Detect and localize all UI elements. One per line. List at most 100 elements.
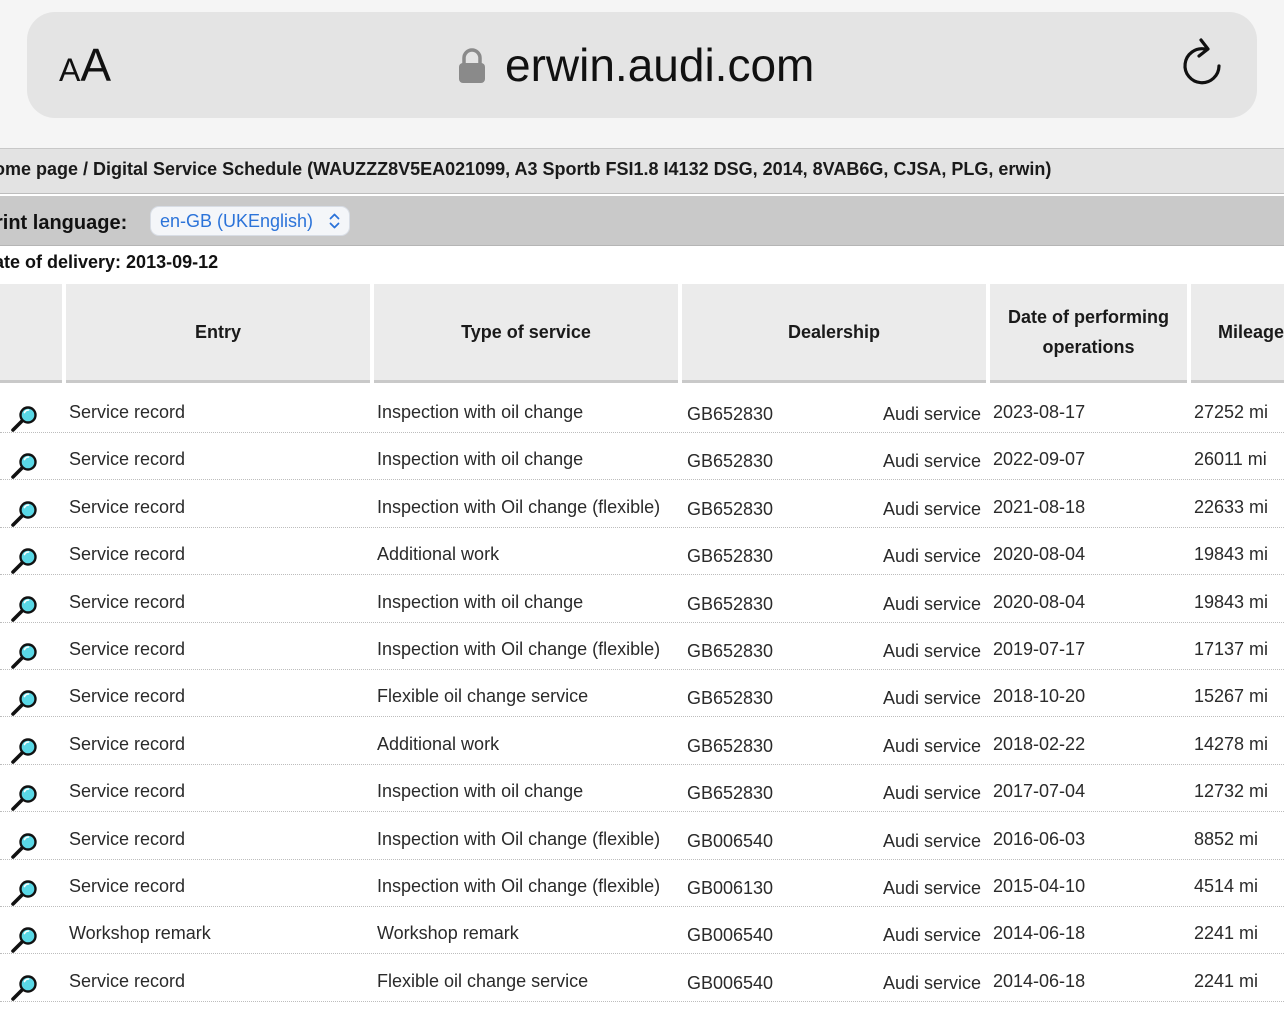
type-of-service-cell: Additional work — [377, 733, 500, 754]
header-entry: Entry — [66, 284, 370, 383]
dealer-name-cell: Audi service — [882, 546, 981, 567]
dealer-code-cell: GB652830 — [687, 735, 774, 756]
table-row: Service record Inspection with oil change… — [0, 765, 1284, 813]
magnifier-icon — [11, 453, 37, 480]
type-of-service-cell: Additional work — [377, 544, 500, 565]
table-row: Service record Additional work GB652830 Aud… — [0, 718, 1284, 765]
print-language-row: rint language: en-GB (UKEnglish) — [0, 196, 1284, 246]
mileage-cell: 14278 mi — [1194, 733, 1269, 754]
table-row: Service record Inspection with Oil change… — [0, 813, 1284, 860]
date-cell: 2018-10-20 — [993, 686, 1086, 707]
table-row: Service record Flexible oil change servic… — [0, 670, 1284, 718]
table-row: Service record Inspection with Oil change… — [0, 860, 1284, 907]
dealer-name-cell: Audi service — [882, 783, 981, 804]
magnifier-icon — [11, 880, 37, 906]
dealer-name-cell: Audi service — [882, 451, 981, 472]
type-of-service-cell: Inspection with Oil change (flexible) — [377, 876, 661, 896]
table-row: Service record Inspection with oil change… — [0, 386, 1284, 433]
dealer-name-cell: Audi service — [882, 878, 981, 898]
entry-cell: Service record — [69, 496, 186, 517]
text-size-button[interactable]: AA — [59, 40, 111, 95]
type-of-service-cell: Flexible oil change service — [377, 970, 589, 991]
header-type-of-service: Type of service — [374, 284, 678, 383]
dealer-name-cell: Audi service — [882, 404, 981, 424]
magnifier-icon — [11, 832, 37, 859]
date-cell: 2017-07-04 — [993, 781, 1086, 802]
table-row: Service record Inspection with Oil change… — [0, 481, 1284, 528]
type-of-service-cell: Inspection with oil change — [377, 591, 584, 612]
magnifier-icon — [11, 548, 37, 574]
date-cell: 2019-07-17 — [993, 639, 1086, 659]
magnifier-icon — [11, 927, 37, 954]
type-of-service-cell: Flexible oil change service — [377, 686, 589, 707]
dealer-name-cell: Audi service — [882, 498, 981, 519]
mileage-cell: 2241 mi — [1194, 970, 1259, 991]
breadcrumb-text[interactable]: ome page / Digital Service Schedule (WAU… — [0, 159, 1051, 180]
date-cell: 2022-09-07 — [993, 449, 1086, 470]
reload-icon[interactable] — [1175, 36, 1231, 92]
entry-cell: Service record — [69, 876, 186, 896]
dealer-code-cell: GB652830 — [687, 404, 774, 424]
magnifier-icon — [11, 738, 37, 764]
type-of-service-cell: Inspection with oil change — [377, 781, 584, 802]
dealer-name-cell: Audi service — [882, 830, 981, 851]
magnifier-icon — [11, 643, 37, 669]
header-dealership: Dealership — [682, 284, 986, 383]
type-of-service-cell: Inspection with oil change — [377, 402, 584, 422]
lock-icon — [459, 48, 485, 83]
mileage-cell: 8852 mi — [1194, 828, 1259, 849]
breadcrumb: ome page / Digital Service Schedule (WAU… — [0, 148, 1284, 194]
entry-cell: Service record — [69, 781, 186, 802]
dealer-name-cell: Audi service — [882, 688, 981, 709]
entry-cell: Service record — [69, 639, 186, 659]
dealer-name-cell: Audi service — [882, 641, 981, 661]
dealer-code-cell: GB652830 — [687, 641, 774, 661]
mileage-cell: 4514 mi — [1194, 876, 1259, 896]
dealer-name-cell: Audi service — [882, 925, 981, 946]
header-icon-column — [0, 284, 62, 383]
print-language-select[interactable]: en-GB (UKEnglish) — [150, 206, 350, 236]
dealer-name-cell: Audi service — [882, 593, 981, 614]
magnifier-icon — [11, 975, 37, 1001]
magnifier-icon — [11, 785, 37, 811]
mileage-cell: 12732 mi — [1194, 781, 1269, 802]
dealer-code-cell: GB652830 — [687, 546, 774, 567]
entry-cell: Service record — [69, 686, 186, 707]
print-language-label: rint language: — [0, 212, 128, 234]
mileage-cell: 19843 mi — [1194, 544, 1269, 565]
dealer-name-cell: Audi service — [882, 735, 981, 756]
entry-cell: Workshop remark — [69, 923, 211, 944]
dealer-name-cell: Audi service — [882, 972, 981, 993]
url-text[interactable]: erwin.audi.com — [505, 37, 814, 93]
type-of-service-cell: Inspection with Oil change (flexible) — [377, 496, 661, 517]
dealer-code-cell: GB006540 — [687, 925, 774, 946]
entry-cell: Service record — [69, 733, 186, 754]
entry-cell: Service record — [69, 544, 186, 565]
date-cell: 2020-08-04 — [993, 544, 1086, 565]
dealer-code-cell: GB652830 — [687, 688, 774, 709]
magnifier-icon — [11, 406, 37, 432]
mileage-cell: 19843 mi — [1194, 591, 1269, 612]
entry-cell: Service record — [69, 402, 186, 422]
dealer-code-cell: GB652830 — [687, 783, 774, 804]
chevron-up-down-icon — [329, 207, 340, 245]
magnifier-icon — [11, 595, 37, 622]
address-bar[interactable]: AA erwin.audi.com — [27, 12, 1257, 118]
type-of-service-cell: Inspection with Oil change (flexible) — [377, 828, 661, 849]
entry-cell: Service record — [69, 828, 186, 849]
date-cell: 2014-06-18 — [993, 923, 1086, 944]
date-cell: 2018-02-22 — [993, 733, 1086, 754]
table-row: Service record Inspection with oil change… — [0, 433, 1284, 481]
mileage-cell: 22633 mi — [1194, 496, 1269, 517]
date-cell: 2015-04-10 — [993, 876, 1086, 896]
table-row: Service record Flexible oil change servic… — [0, 955, 1284, 1002]
mileage-cell: 27252 mi — [1194, 402, 1269, 422]
table-row: Service record Inspection with oil change… — [0, 576, 1284, 623]
table-row: Workshop remark Workshop remark GB006540 Au… — [0, 907, 1284, 955]
mileage-cell: 17137 mi — [1194, 639, 1269, 659]
magnifier-icon — [11, 501, 37, 527]
date-cell: 2021-08-18 — [993, 496, 1086, 517]
mileage-cell: 15267 mi — [1194, 686, 1269, 707]
dealer-code-cell: GB006540 — [687, 972, 774, 993]
type-of-service-cell: Inspection with oil change — [377, 449, 584, 470]
